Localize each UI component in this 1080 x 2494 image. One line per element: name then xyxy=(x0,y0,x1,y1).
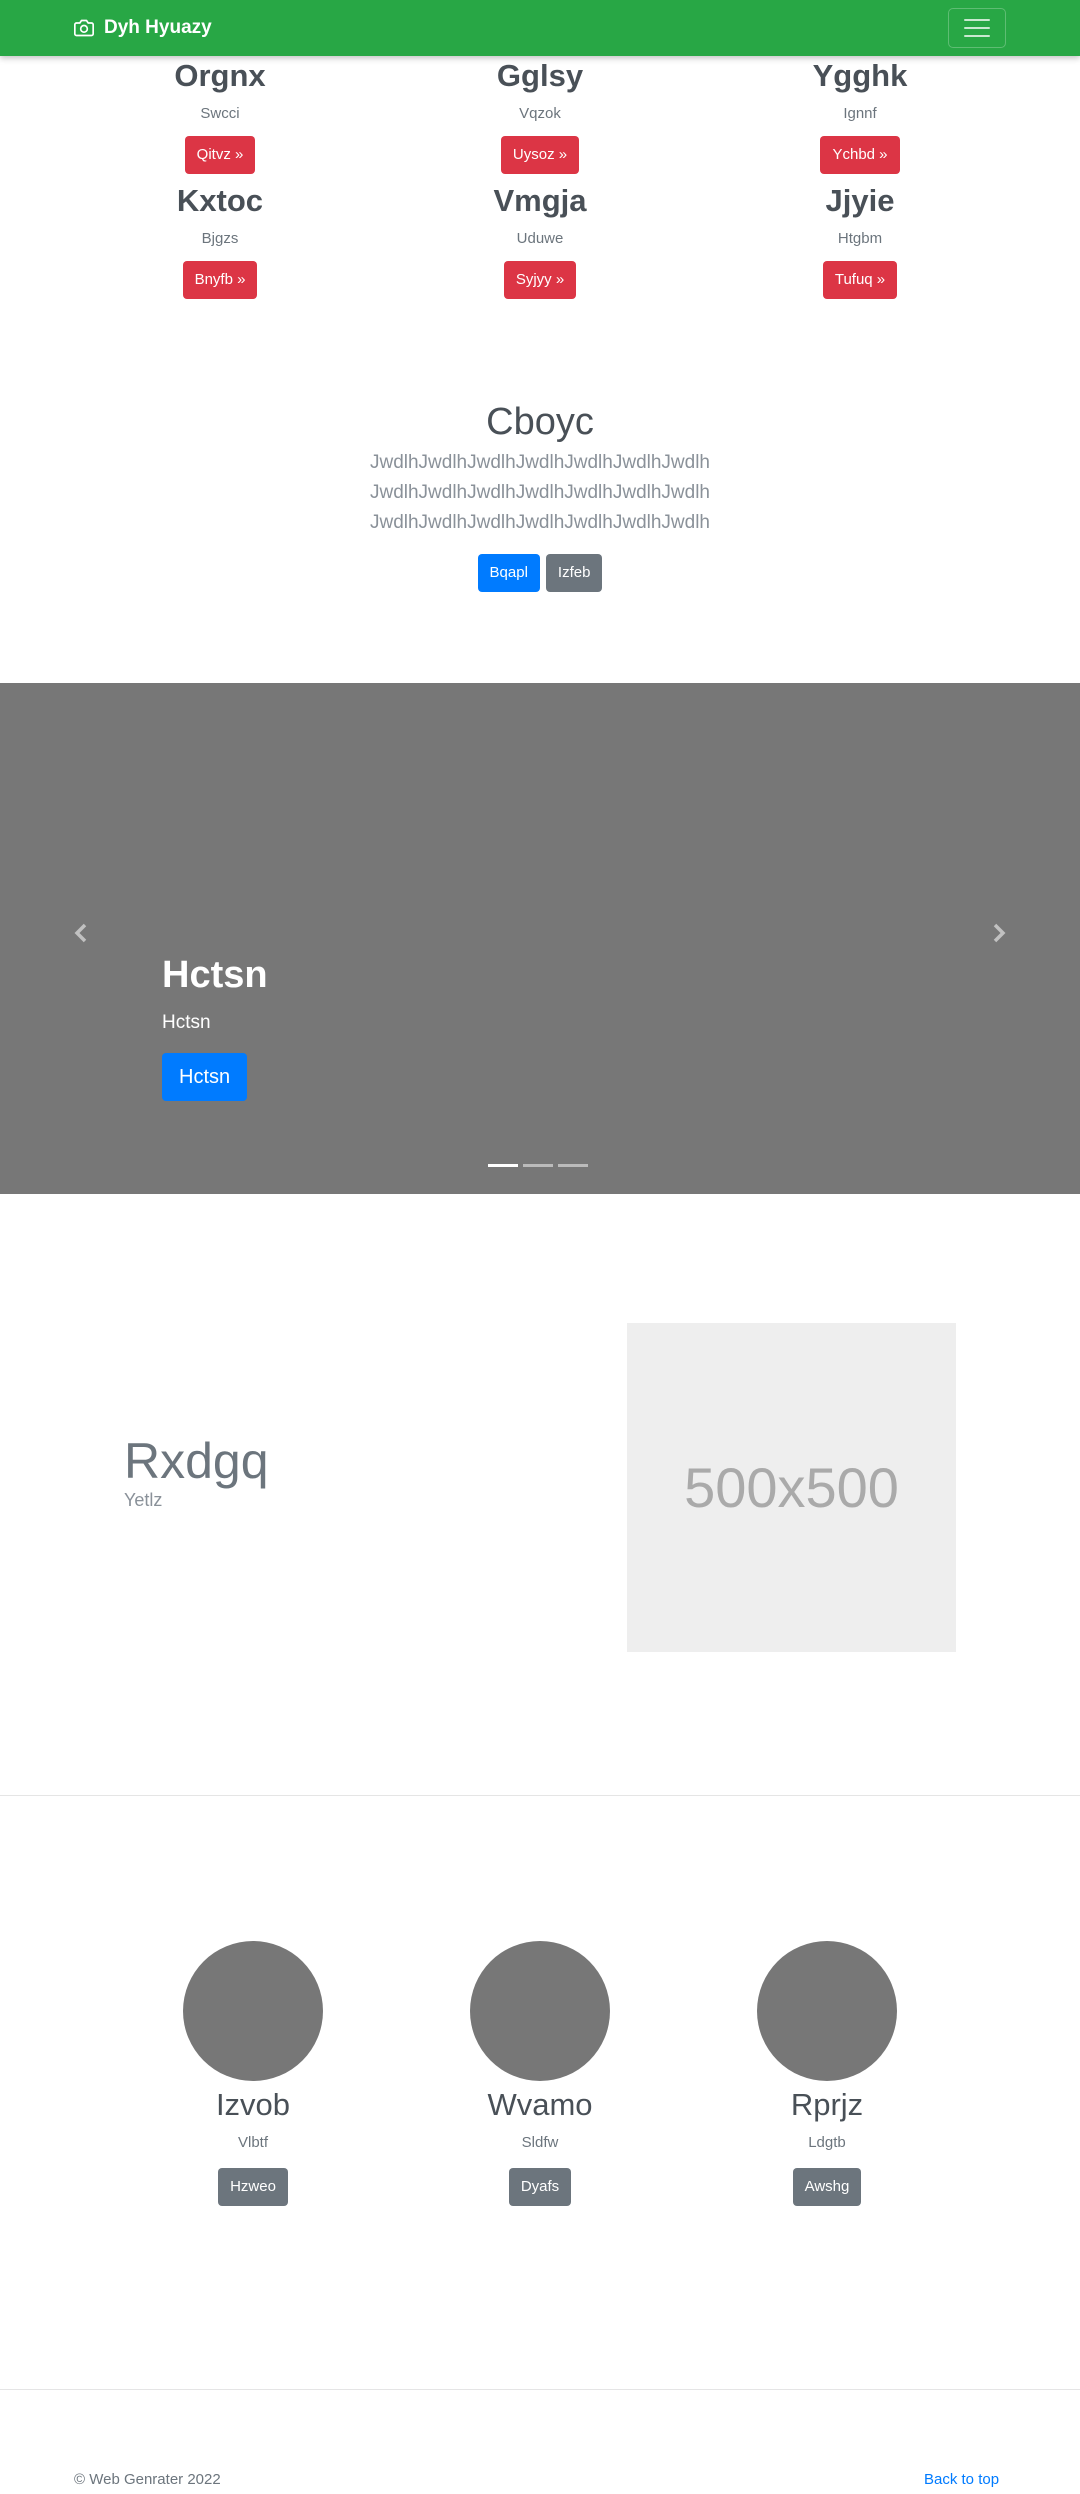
back-to-top-link[interactable]: Back to top xyxy=(924,2471,999,2488)
carousel: Hctsn Hctsn Hctsn xyxy=(0,683,1080,1194)
chevron-right-icon xyxy=(993,923,1006,943)
feature-button[interactable]: Ychbd » xyxy=(820,136,900,174)
feature-button[interactable]: Uysoz » xyxy=(500,136,580,174)
feature-button[interactable]: Qitvz » xyxy=(184,136,256,174)
carousel-prev-button[interactable] xyxy=(66,918,96,948)
avatar xyxy=(470,1941,610,2081)
divider xyxy=(0,2389,1080,2390)
carousel-text: Hctsn xyxy=(162,1012,211,1033)
carousel-button[interactable]: Hctsn xyxy=(162,1053,248,1101)
navbar: Dyh Hyuazy xyxy=(0,0,1080,56)
feature-title: Orgnx xyxy=(174,58,266,93)
feature-item: Gglsy Vqzok Uysoz » xyxy=(380,58,700,174)
feature-text: Bjgzs xyxy=(201,230,239,247)
member-text: Vlbtf xyxy=(237,2134,268,2151)
feature-item: Orgnx Swcci Qitvz » xyxy=(60,58,380,174)
member-name: Rprjz xyxy=(790,2087,864,2122)
featurette-heading: Rxdgq xyxy=(124,1433,269,1489)
navbar-toggler-button[interactable] xyxy=(948,8,1006,48)
team-member: Izvob Vlbtf Hzweo xyxy=(133,1941,373,2206)
carousel-indicator[interactable] xyxy=(488,1164,518,1167)
placeholder-label: 500x500 xyxy=(684,1456,899,1519)
member-name: Izvob xyxy=(215,2087,291,2122)
member-button[interactable]: Hzweo xyxy=(218,2168,288,2206)
feature-text: Htgbm xyxy=(837,230,883,247)
feature-button[interactable]: Tufuq » xyxy=(822,261,898,299)
member-text: Ldgtb xyxy=(808,2134,846,2151)
feature-item: Kxtoc Bjgzs Bnyfb » xyxy=(60,183,380,299)
carousel-indicators xyxy=(488,1164,588,1167)
team-member: Rprjz Ldgtb Awshg xyxy=(707,1941,947,2206)
member-name: Wvamo xyxy=(487,2087,593,2122)
feature-button[interactable]: Syjyy » xyxy=(503,261,577,299)
navbar-brand[interactable]: Dyh Hyuazy xyxy=(74,14,212,42)
feature-title: Kxtoc xyxy=(176,183,264,218)
divider xyxy=(0,1795,1080,1796)
jumbotron-lead: JwdlhJwdlhJwdlhJwdlhJwdlhJwdlhJwdlh Jwdl… xyxy=(369,452,711,533)
feature-item: Ygghk Ignnf Ychbd » xyxy=(700,58,1020,174)
carousel-indicator[interactable] xyxy=(523,1164,553,1167)
feature-title: Gglsy xyxy=(496,58,584,93)
brand-label: Dyh Hyuazy xyxy=(104,17,212,38)
feature-text: Ignnf xyxy=(843,105,877,122)
camera-icon xyxy=(74,19,94,37)
feature-title: Vmgja xyxy=(493,183,587,218)
carousel-next-button[interactable] xyxy=(984,918,1014,948)
avatar xyxy=(183,1941,323,2081)
feature-button[interactable]: Bnyfb » xyxy=(182,261,258,299)
carousel-caption: Hctsn Hctsn Hctsn xyxy=(162,953,268,1101)
primary-button[interactable]: Bqapl xyxy=(477,554,540,592)
feature-item: Vmgja Uduwe Syjyy » xyxy=(380,183,700,299)
featurette-subtitle: Yetlz xyxy=(124,1490,163,1510)
chevron-left-icon xyxy=(74,923,87,943)
feature-text: Vqzok xyxy=(519,105,561,122)
member-button[interactable]: Dyafs xyxy=(508,2168,572,2206)
feature-title: Ygghk xyxy=(812,58,908,93)
carousel-indicator[interactable] xyxy=(558,1164,588,1167)
feature-item: Jjyie Htgbm Tufuq » xyxy=(700,183,1020,299)
jumbotron-buttons: Bqapl Izfeb xyxy=(0,554,1080,592)
carousel-title: Hctsn xyxy=(162,954,268,996)
avatar xyxy=(757,1941,897,2081)
team-member: Wvamo Sldfw Dyafs xyxy=(420,1941,660,2206)
jumbotron-title: Cboyc xyxy=(486,401,594,443)
feature-title: Jjyie xyxy=(825,183,895,218)
footer-copyright: © Web Genrater 2022 xyxy=(74,2471,221,2488)
feature-text: Swcci xyxy=(200,105,240,122)
member-text: Sldfw xyxy=(521,2134,559,2151)
featurette-image-placeholder: 500x500 xyxy=(627,1323,956,1652)
secondary-button[interactable]: Izfeb xyxy=(545,554,603,592)
feature-text: Uduwe xyxy=(516,230,564,247)
hamburger-icon xyxy=(964,19,990,21)
member-button[interactable]: Awshg xyxy=(792,2168,862,2206)
jumbotron: Cboyc JwdlhJwdlhJwdlhJwdlhJwdlhJwdlhJwdl… xyxy=(0,400,1080,592)
featurette: Rxdgq Yetlz xyxy=(124,1432,269,1511)
